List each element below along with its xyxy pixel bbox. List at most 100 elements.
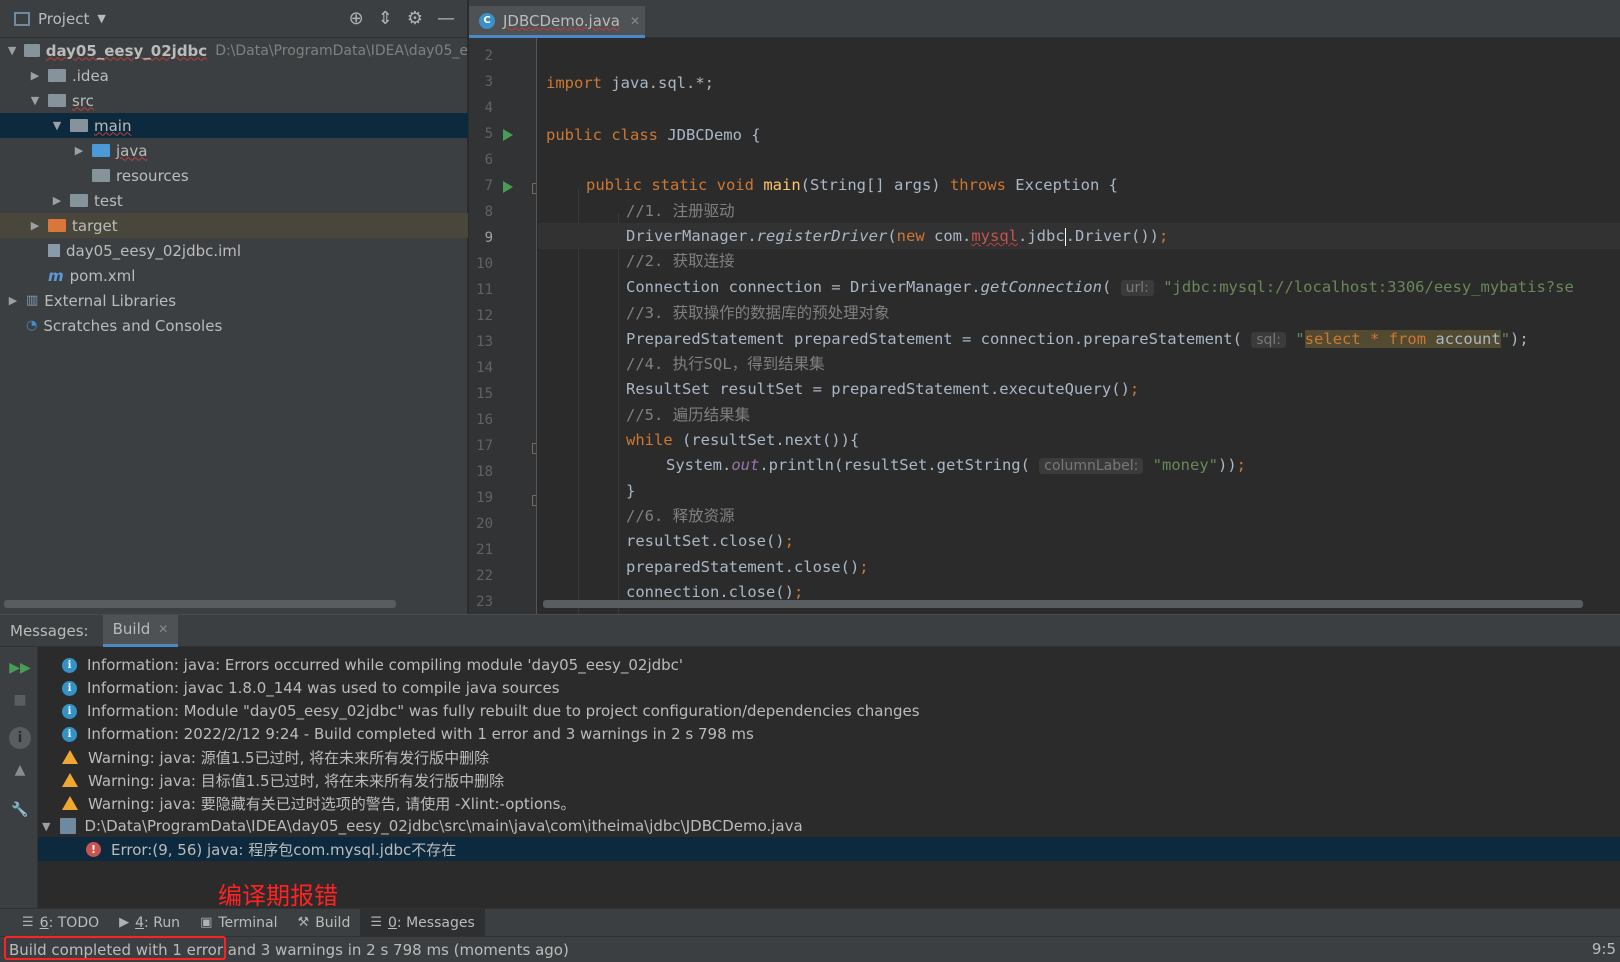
code-line-7: public static void main(String[] args) t…	[586, 176, 1118, 194]
message-row[interactable]: Warning: java: 目标值1.5已过时, 将在未来所有发行版中删除	[38, 768, 1620, 792]
tree-item-label: test	[94, 191, 123, 210]
tool-button-todo[interactable]: ☰ 6: TODO	[12, 909, 109, 937]
message-text: Warning: java: 目标值1.5已过时, 将在未来所有发行版中删除	[88, 771, 505, 790]
tool-button-run[interactable]: ▶ 4: Run	[109, 909, 190, 937]
folder-icon	[48, 69, 66, 82]
line-number: 11	[476, 282, 493, 298]
tree-item-label: java	[116, 141, 148, 160]
close-icon[interactable]: ✕	[630, 14, 640, 28]
java-class-icon: C	[479, 12, 495, 29]
tree-item-scratches[interactable]: ◔ Scratches and Consoles	[0, 313, 468, 338]
show-warnings-icon[interactable]: ▲	[9, 759, 31, 781]
tree-item-resources[interactable]: resources	[0, 163, 468, 188]
tree-item-label: .idea	[72, 66, 109, 85]
warning-icon	[62, 773, 78, 787]
tree-item-target[interactable]: ▶ target	[0, 213, 468, 238]
code-line-9-current: DriverManager.registerDriver(new com.mys…	[538, 223, 1620, 249]
message-file-node[interactable]: ▼ D:\Data\ProgramData\IDEA\day05_eesy_02…	[38, 814, 1620, 838]
close-icon[interactable]: ✕	[158, 622, 168, 636]
code-line-19: }	[626, 482, 636, 500]
collapsed-arrow-icon[interactable]: ▶	[72, 144, 86, 157]
rerun-icon[interactable]: ▶▶	[9, 657, 31, 679]
tree-item-iml[interactable]: day05_eesy_02jdbc.iml	[0, 238, 468, 263]
collapse-all-icon[interactable]: ⇕	[378, 10, 393, 28]
line-number: 16	[476, 412, 493, 428]
message-text: Information: java: Errors occurred while…	[87, 656, 684, 674]
editor-tab-jdbcdemo[interactable]: C JDBCDemo.java ✕	[469, 6, 645, 38]
run-class-icon[interactable]	[503, 129, 513, 141]
expanded-arrow-icon[interactable]: ▼	[28, 94, 42, 107]
hammer-icon: ⚒	[297, 915, 310, 930]
expanded-arrow-icon[interactable]: ▼	[42, 820, 50, 833]
fold-icon[interactable]	[532, 443, 536, 454]
chevron-down-icon[interactable]: ▼	[97, 12, 105, 25]
message-row[interactable]: i Information: javac 1.8.0_144 was used …	[38, 676, 1620, 700]
code-line-22: preparedStatement.close();	[626, 558, 869, 576]
tree-item-label: resources	[116, 166, 189, 185]
tree-item-label: main	[94, 116, 132, 135]
editor-tab-label: JDBCDemo.java	[503, 11, 620, 30]
tree-item-project-root[interactable]: ▼ day05_eesy_02jdbc D:\Data\ProgramData\…	[0, 38, 468, 63]
collapsed-arrow-icon[interactable]: ▶	[6, 294, 20, 307]
line-number: 18	[476, 464, 493, 480]
expanded-arrow-icon[interactable]: ▼	[50, 119, 64, 132]
tool-button-build[interactable]: ⚒ Build	[288, 909, 361, 937]
line-number: 4	[484, 100, 493, 116]
fold-icon[interactable]	[532, 495, 536, 506]
tree-item-src[interactable]: ▼ src	[0, 88, 468, 113]
project-path: D:\Data\ProgramData\IDEA\day05_e	[215, 42, 468, 59]
project-view-selector[interactable]: Project	[38, 10, 89, 28]
code-line-12: //3. 获取操作的数据库的预处理对象	[626, 304, 890, 322]
collapsed-arrow-icon[interactable]: ▶	[28, 69, 42, 82]
message-row[interactable]: Warning: java: 要隐藏有关已过时选项的警告, 请使用 -Xlint…	[38, 791, 1620, 815]
maven-icon: m	[48, 266, 64, 285]
message-row-error[interactable]: ! Error:(9, 56) java: 程序包com.mysql.jdbc不…	[38, 837, 1620, 861]
code-line-5: public class JDBCDemo {	[546, 126, 761, 144]
scratches-icon: ◔	[26, 318, 38, 333]
collapsed-arrow-icon[interactable]: ▶	[28, 219, 42, 232]
fold-icon[interactable]	[532, 183, 536, 194]
tree-item-external-libraries[interactable]: ▶ ▥ External Libraries	[0, 288, 468, 313]
tree-item-main[interactable]: ▼ main	[0, 113, 468, 138]
show-info-icon[interactable]: i	[9, 727, 31, 749]
code-line-18: System.out.println(resultSet.getString( …	[666, 456, 1247, 474]
code-line-15: ResultSet resultSet = preparedStatement.…	[626, 380, 1140, 398]
tree-item-java[interactable]: ▶ java	[0, 138, 468, 163]
tree-item-idea[interactable]: ▶ .idea	[0, 63, 468, 88]
tool-button-label: Build	[315, 914, 351, 931]
gear-icon[interactable]: ⚙	[407, 10, 423, 28]
info-icon: i	[62, 657, 77, 673]
run-main-icon[interactable]	[503, 181, 513, 193]
expanded-arrow-icon[interactable]: ▼	[6, 44, 18, 57]
tree-item-label: Scratches and Consoles	[43, 316, 223, 335]
tool-button-terminal[interactable]: ▣ Terminal	[190, 909, 287, 937]
message-row[interactable]: i Information: Module "day05_eesy_02jdbc…	[38, 699, 1620, 723]
indent-guide	[618, 214, 619, 614]
tab-build[interactable]: Build ✕	[102, 614, 179, 647]
param-hint-columnlabel: columnLabel:	[1039, 458, 1144, 474]
folder-icon	[70, 194, 88, 207]
stop-icon[interactable]: ■	[9, 689, 31, 711]
message-row[interactable]: i Information: java: Errors occurred whi…	[38, 653, 1620, 677]
code-line-13: PreparedStatement preparedStatement = co…	[626, 330, 1529, 348]
message-text: D:\Data\ProgramData\IDEA\day05_eesy_02jd…	[84, 817, 803, 835]
message-row[interactable]: Warning: java: 源值1.5已过时, 将在未来所有发行版中删除	[38, 745, 1620, 769]
caret-position[interactable]: 9:5	[1592, 940, 1616, 958]
tree-item-test[interactable]: ▶ test	[0, 188, 468, 213]
collapsed-arrow-icon[interactable]: ▶	[50, 194, 64, 207]
status-bar: Build completed with 1 error and 3 warni…	[0, 936, 1620, 962]
code-editor[interactable]: import java.sql.*; public class JDBCDemo…	[538, 38, 1620, 614]
tool-button-messages[interactable]: ☰ 0: Messages	[360, 908, 485, 937]
minimize-icon[interactable]: —	[437, 10, 455, 28]
wrench-icon[interactable]: 🔧	[9, 799, 31, 821]
line-number: 6	[484, 152, 493, 168]
message-text: Information: javac 1.8.0_144 was used to…	[87, 679, 560, 697]
editor-horizontal-scrollbar[interactable]	[543, 600, 1583, 608]
project-horizontal-scrollbar[interactable]	[4, 600, 396, 608]
code-line-11: Connection connection = DriverManager.ge…	[626, 278, 1574, 296]
indent-guide	[578, 188, 579, 614]
message-row[interactable]: i Information: 2022/2/12 9:24 - Build co…	[38, 722, 1620, 746]
tree-item-pom[interactable]: m pom.xml	[0, 263, 468, 288]
java-file-icon	[60, 818, 77, 834]
locate-icon[interactable]: ⊕	[349, 10, 364, 28]
